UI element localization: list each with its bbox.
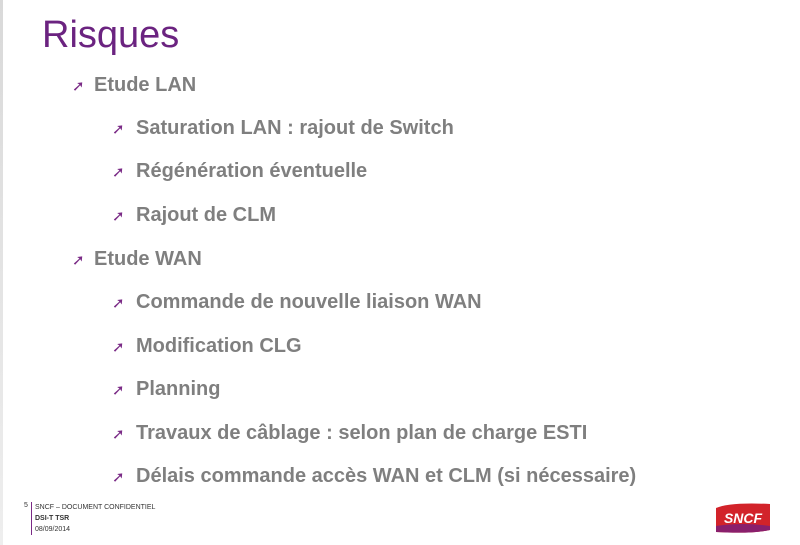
logo-text: SNCF <box>724 510 763 526</box>
footer-department: DSI-T TSR <box>35 515 70 522</box>
page-number: 5 <box>24 502 28 509</box>
bullet-item: ➚ Etude LAN <box>72 74 196 97</box>
arrow-up-right-icon: ➚ <box>112 467 125 486</box>
bullet-text: Rajout de CLM <box>136 204 276 226</box>
bullet-text: Commande de nouvelle liaison WAN <box>136 291 482 313</box>
bullet-text: Délais commande accès WAN et CLM (si néc… <box>136 465 637 487</box>
arrow-up-right-icon: ➚ <box>112 424 125 443</box>
arrow-up-right-icon: ➚ <box>112 162 125 181</box>
arrow-up-right-icon: ➚ <box>72 250 85 269</box>
arrow-up-right-icon: ➚ <box>112 380 125 399</box>
footer-date: 08/09/2014 <box>35 526 71 533</box>
bullet-item: ➚ Etude WAN <box>72 248 202 271</box>
arrow-up-right-icon: ➚ <box>112 119 125 138</box>
bullet-item: ➚ Saturation LAN : rajout de Switch <box>112 117 454 140</box>
bullet-item: ➚ Modification CLG <box>112 335 302 358</box>
footer-confidential: SNCF – DOCUMENT CONFIDENTIEL <box>35 504 156 511</box>
slide-footer: 5 SNCF – DOCUMENT CONFIDENTIEL DSI-T TSR… <box>24 502 156 535</box>
arrow-up-right-icon: ➚ <box>112 293 125 312</box>
bullet-item: ➚ Délais commande accès WAN et CLM (si n… <box>112 465 636 488</box>
bullet-text: Saturation LAN : rajout de Switch <box>136 117 454 139</box>
bullet-item: ➚ Rajout de CLM <box>112 204 276 227</box>
arrow-up-right-icon: ➚ <box>72 76 85 95</box>
bullet-text: Planning <box>136 378 221 400</box>
arrow-up-right-icon: ➚ <box>112 206 125 225</box>
bullet-item: ➚ Planning <box>112 378 220 401</box>
sncf-logo: SNCF <box>712 500 774 536</box>
bullet-item: ➚ Commande de nouvelle liaison WAN <box>112 291 482 314</box>
bullet-text: Travaux de câblage : selon plan de charg… <box>136 422 588 444</box>
bullet-text: Régénération éventuelle <box>136 160 368 182</box>
slide-left-edge <box>0 0 3 545</box>
bullet-item: ➚ Travaux de câblage : selon plan de cha… <box>112 422 587 445</box>
bullet-text: Modification CLG <box>136 335 302 357</box>
slide-title: Risques <box>42 14 180 56</box>
arrow-up-right-icon: ➚ <box>112 337 125 356</box>
bullet-item: ➚ Régénération éventuelle <box>112 160 367 183</box>
bullet-text: Etude LAN <box>94 74 197 96</box>
bullet-text: Etude WAN <box>94 248 202 270</box>
